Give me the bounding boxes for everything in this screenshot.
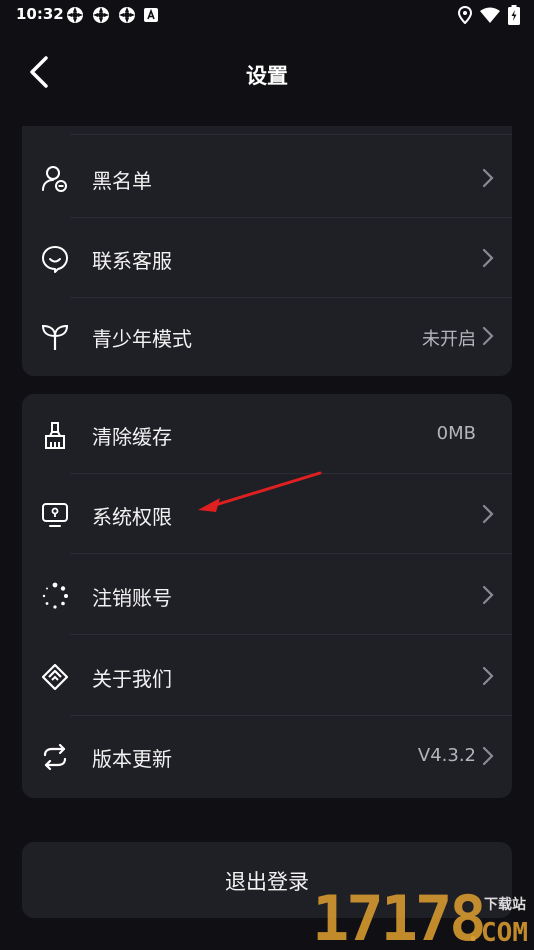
chevron-right-icon	[482, 746, 494, 766]
page-title: 设置	[246, 64, 288, 88]
row-delete-account[interactable]: 注销账号	[22, 555, 512, 635]
row-label: 青少年模式	[92, 327, 192, 351]
chevron-right-icon	[482, 585, 494, 605]
handshake-icon	[41, 663, 69, 691]
row-label: 系统权限	[92, 505, 172, 529]
logout-label: 退出登录	[225, 870, 309, 894]
status-icons-right	[458, 5, 520, 25]
teen-mode-status: 未开启	[422, 329, 476, 350]
row-customer-service[interactable]: 联系客服	[22, 218, 512, 298]
chevron-right-icon	[482, 326, 494, 346]
row-divider	[70, 553, 512, 554]
row-blacklist[interactable]: 黑名单	[22, 138, 512, 218]
loading-dots-icon	[42, 582, 68, 609]
row-clear-cache[interactable]: 清除缓存 0MB	[22, 394, 512, 474]
location-icon	[458, 6, 472, 24]
settings-group-1: 黑名单 联系客服 青少年模式 未开启	[22, 126, 512, 376]
cache-size-value: 0MB	[436, 423, 476, 444]
notification-icon	[93, 7, 109, 23]
refresh-icon	[43, 743, 67, 771]
wifi-icon	[480, 7, 500, 23]
row-label: 黑名单	[92, 169, 152, 193]
blacklist-user-icon	[42, 166, 67, 192]
row-label: 清除缓存	[92, 425, 172, 449]
chevron-right-icon	[482, 248, 494, 268]
chevron-right-icon	[482, 504, 494, 524]
sprout-icon	[41, 324, 69, 350]
permission-monitor-icon	[42, 503, 68, 527]
notification-icon	[119, 7, 135, 23]
battery-icon	[508, 5, 520, 25]
version-value: V4.3.2	[417, 745, 476, 766]
logout-button[interactable]: 退出登录	[22, 842, 512, 918]
broom-icon	[45, 422, 65, 449]
row-teen-mode[interactable]: 青少年模式 未开启	[22, 296, 512, 376]
status-bar: 10:32	[0, 0, 534, 30]
status-icons-left	[66, 6, 158, 24]
header: 设置	[0, 40, 534, 104]
a-badge-icon	[144, 8, 158, 22]
chevron-right-icon	[482, 168, 494, 188]
row-divider	[70, 634, 512, 635]
status-time: 10:32	[16, 5, 64, 23]
watermark-domain: .COM	[465, 918, 528, 948]
row-label: 注销账号	[92, 586, 172, 610]
row-label: 版本更新	[92, 747, 172, 771]
row-label: 联系客服	[92, 249, 172, 273]
settings-screen: 10:32 设置 黑名单 联系客服 青少年模式 未开启 清除缓存 0MB 系统权…	[0, 0, 534, 950]
row-label: 关于我们	[92, 667, 172, 691]
customer-service-icon	[42, 246, 68, 273]
notification-icon	[67, 7, 83, 23]
row-version-update[interactable]: 版本更新 V4.3.2	[22, 716, 512, 796]
chevron-right-icon	[482, 666, 494, 686]
row-system-permissions[interactable]: 系统权限	[22, 474, 512, 554]
settings-group-2: 清除缓存 0MB 系统权限 注销账号 关于我们 版本更新 V4.3.2	[22, 394, 512, 798]
row-about-us[interactable]: 关于我们	[22, 636, 512, 716]
